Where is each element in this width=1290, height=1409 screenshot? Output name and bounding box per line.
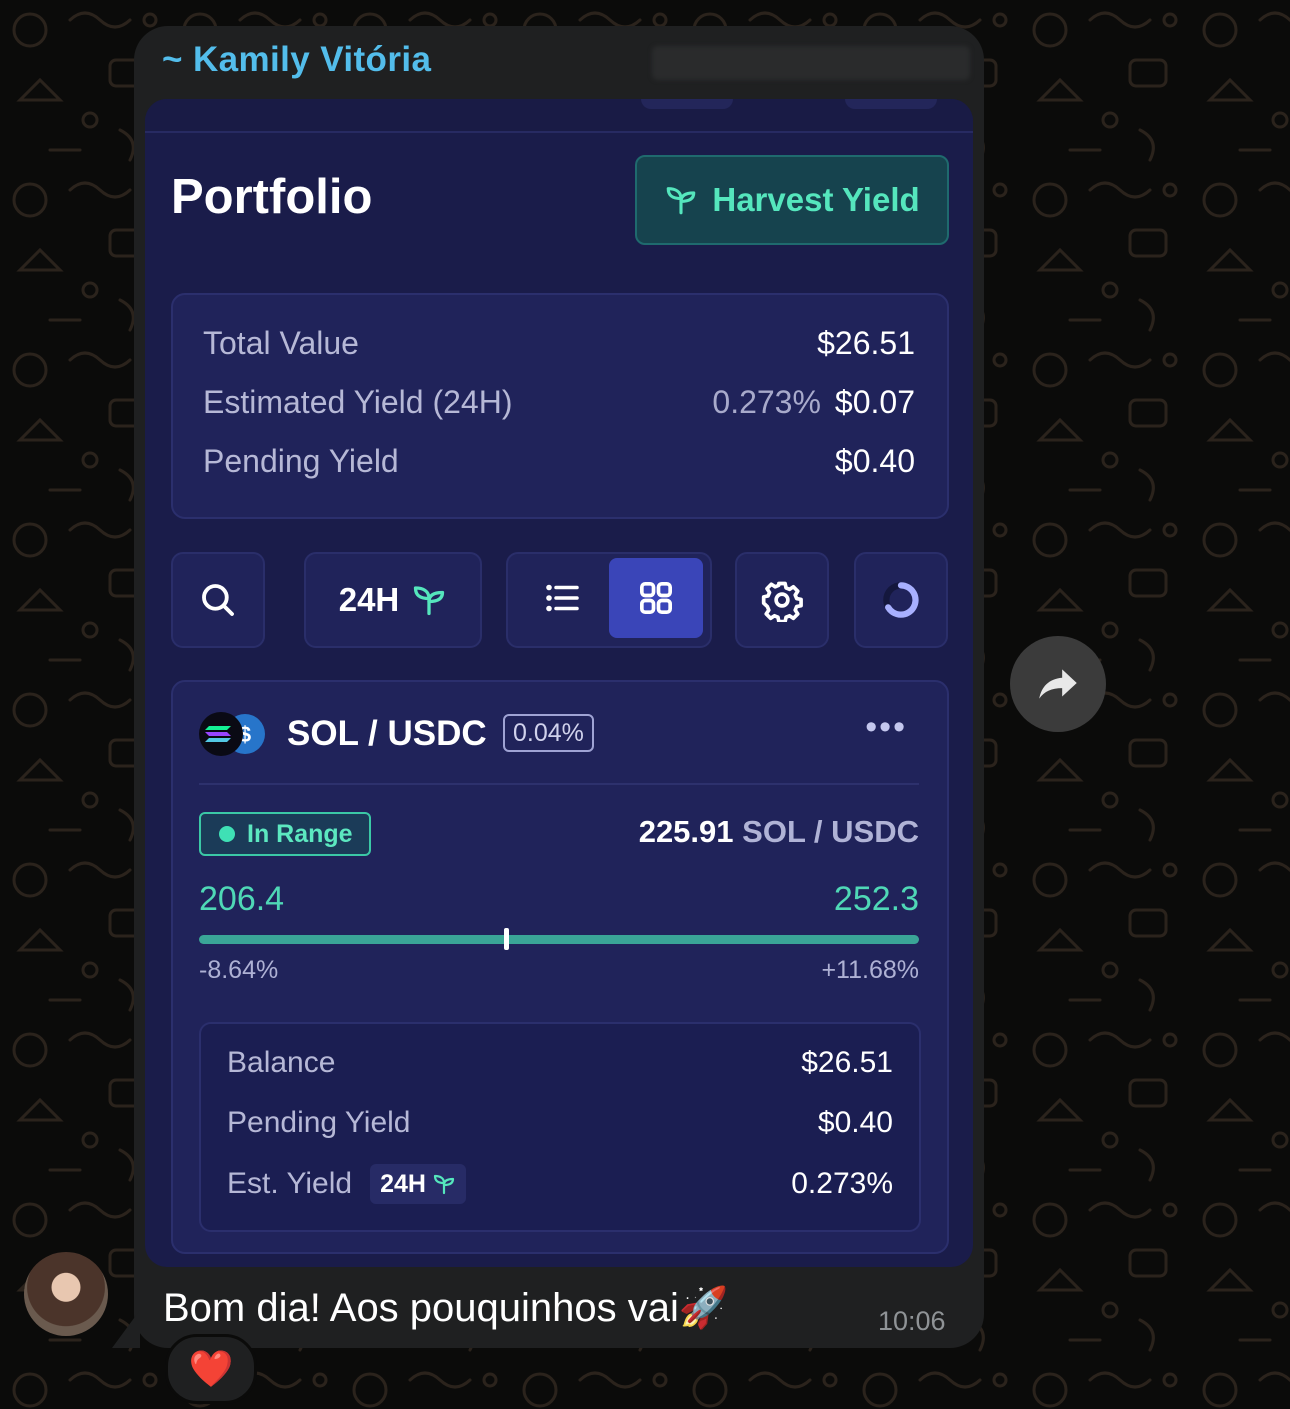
price-range-bar [199, 935, 919, 944]
grid-icon [640, 582, 672, 614]
current-price-unit: SOL / USDC [742, 814, 919, 849]
page-title: Portfolio [171, 170, 373, 224]
search-icon [202, 584, 234, 616]
heart-reaction[interactable]: ❤️ [165, 1334, 257, 1404]
message-timestamp: 10:06 [878, 1306, 946, 1336]
pending-yield-value: $0.40 [834, 443, 915, 479]
sender-avatar[interactable] [24, 1252, 108, 1336]
position-details: Balance $26.51 Pending Yield $0.40 Est. … [199, 1022, 921, 1232]
forward-button[interactable] [1010, 636, 1106, 732]
range-high-percent: +11.68% [821, 956, 919, 984]
card-divider [199, 783, 919, 785]
range-low-percent: -8.64% [199, 956, 279, 984]
in-range-badge: In Range [199, 812, 371, 856]
period-label: 24H [338, 581, 400, 618]
position-pending-label: Pending Yield [227, 1106, 411, 1139]
portfolio-summary-card: Total Value $26.51 Estimated Yield (24H)… [171, 293, 949, 519]
period-selector-button[interactable]: 24H [304, 552, 482, 648]
estimated-yield-label: Estimated Yield (24H) [203, 384, 513, 420]
more-options-icon[interactable]: ••• [865, 708, 907, 747]
balance-value: $26.51 [801, 1046, 893, 1079]
balance-label: Balance [227, 1046, 336, 1079]
sprout-icon [414, 586, 445, 616]
list-view-button[interactable] [516, 558, 610, 638]
blurred-phone-number [652, 46, 970, 80]
current-price: 225.91 SOL / USDC [639, 814, 919, 850]
harvest-yield-button[interactable]: Harvest Yield [635, 155, 949, 245]
message-body: Bom dia! Aos pouquinhos vai [163, 1286, 679, 1330]
refresh-timer-button[interactable] [854, 552, 948, 648]
position-pending-value: $0.40 [817, 1106, 893, 1139]
status-dot-icon [219, 826, 235, 842]
grid-view-button[interactable] [609, 558, 703, 638]
settings-button[interactable] [735, 552, 829, 648]
total-value-label: Total Value [203, 325, 359, 361]
est-yield-period-tag[interactable]: 24H [370, 1164, 466, 1204]
pending-yield-label: Pending Yield [203, 443, 399, 479]
screenshot-top-bar [145, 99, 973, 133]
gear-icon [761, 581, 803, 622]
message-text: Bom dia! Aos pouquinhos vai🚀 [163, 1284, 729, 1331]
total-value: $26.51 [817, 325, 915, 361]
image-attachment[interactable]: Portfolio Harvest Yield Total Value $26.… [145, 99, 973, 1267]
est-yield-period: 24H [380, 1169, 426, 1198]
current-price-value: 225.91 [638, 814, 734, 849]
est-yield-value: 0.273% [791, 1167, 893, 1200]
view-toggle [506, 552, 712, 648]
search-button[interactable] [171, 552, 265, 648]
heart-emoji: ❤️ [188, 1348, 234, 1389]
range-high-price: 252.3 [833, 880, 919, 918]
pair-name: SOL / USDC [287, 714, 487, 753]
sprout-icon [433, 1174, 455, 1195]
loading-spinner-icon [883, 582, 919, 618]
position-card[interactable]: $ SOL / USDC 0.04% ••• In Range 225.91 S… [171, 680, 949, 1254]
range-low-price: 206.4 [199, 880, 285, 918]
sprout-icon [667, 187, 696, 215]
rocket-emoji: 🚀 [678, 1286, 729, 1330]
bubble-tail [112, 1310, 140, 1348]
range-status: In Range [247, 819, 353, 848]
sol-usdc-token-icons: $ [199, 712, 265, 756]
estimated-yield-percent: 0.273% [712, 384, 821, 420]
est-yield-label: Est. Yield [227, 1167, 353, 1200]
current-price-marker [503, 928, 509, 950]
sender-name[interactable]: ~ Kamily Vitória [162, 40, 431, 80]
fee-tier-badge: 0.04% [503, 714, 594, 752]
harvest-yield-label: Harvest Yield [712, 181, 920, 218]
forward-arrow-icon [1039, 669, 1077, 699]
estimated-yield-value: $0.07 [834, 384, 915, 420]
list-icon [546, 584, 579, 612]
